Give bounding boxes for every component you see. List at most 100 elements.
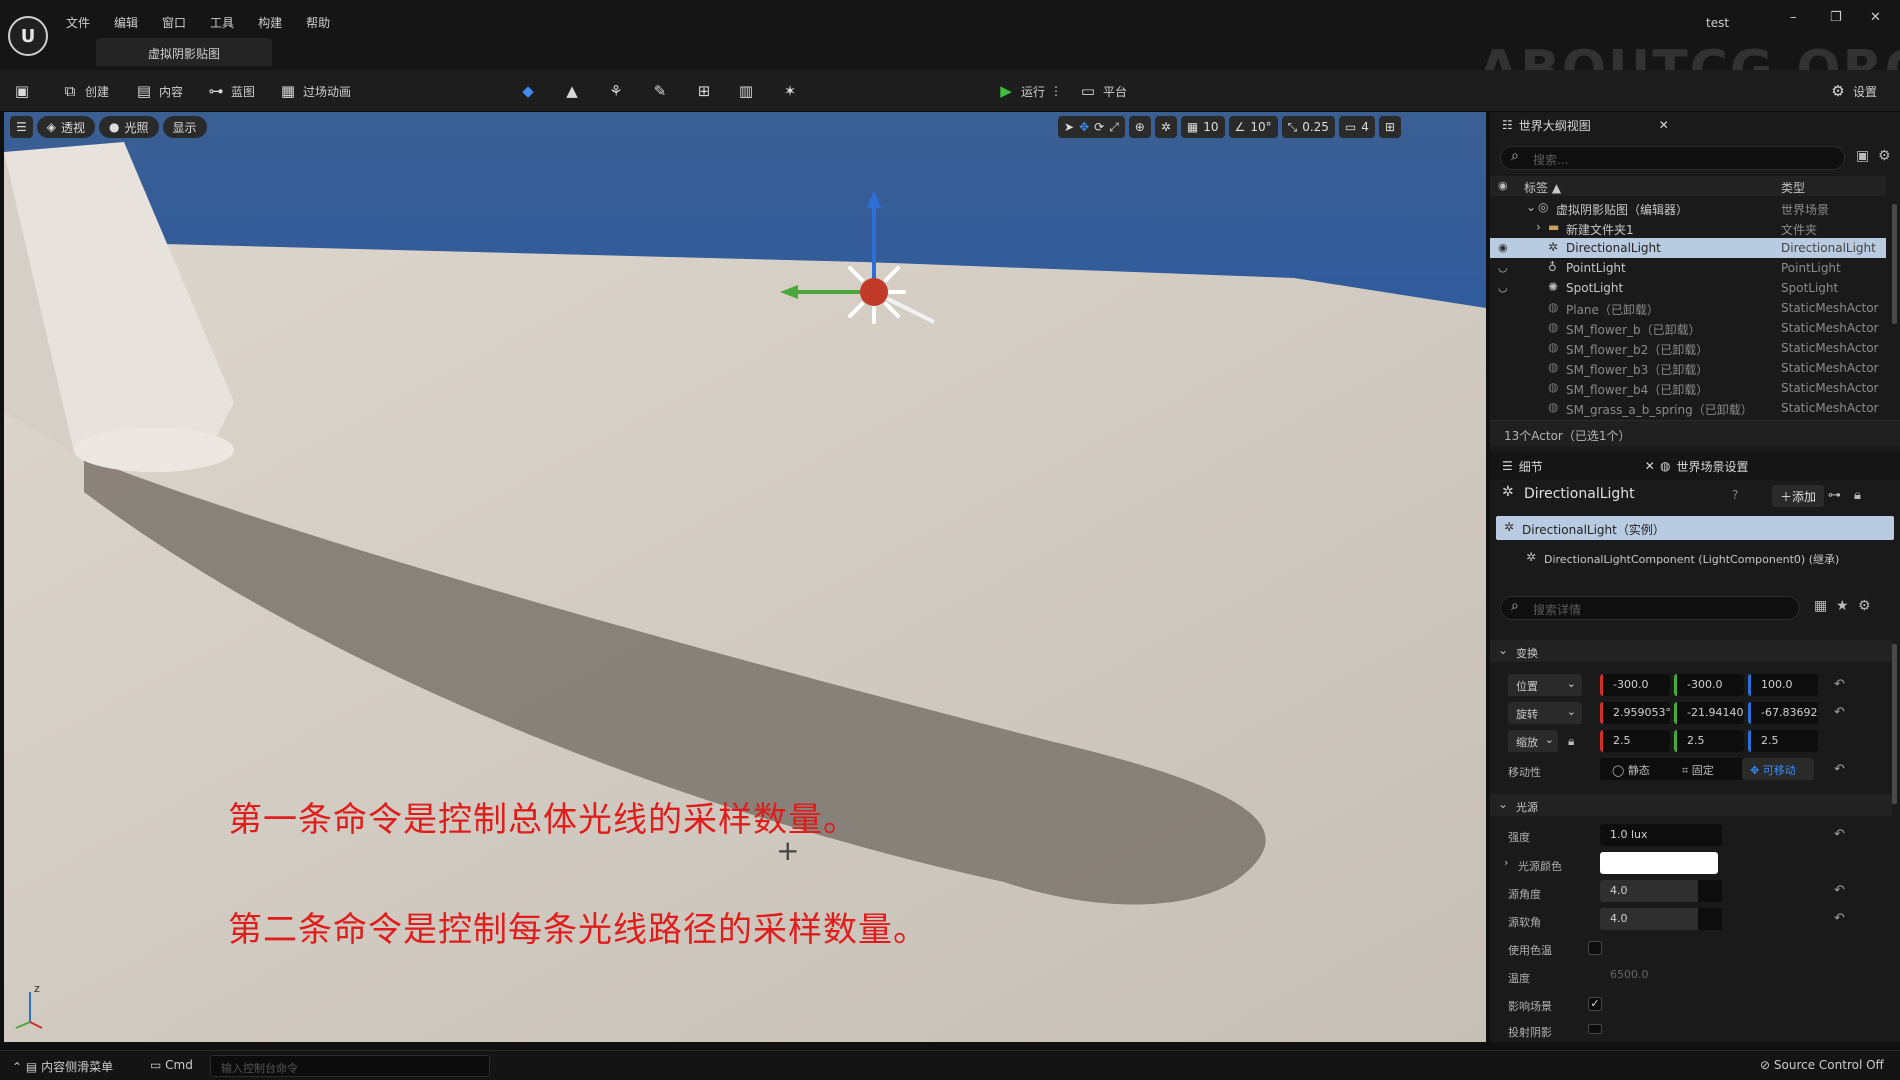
- select-cursor-icon[interactable]: ➤: [1064, 120, 1074, 134]
- cast-shadows-checkbox[interactable]: [1588, 1024, 1602, 1034]
- location-dropdown[interactable]: 位置 ⌄: [1508, 674, 1582, 696]
- reset-arrow-icon[interactable]: ↶: [1834, 911, 1845, 926]
- surface-snap-button[interactable]: ✲: [1154, 116, 1177, 138]
- list-item[interactable]: ◍ SM_flower_b（已卸载） StaticMeshActor: [1490, 318, 1886, 338]
- content-drawer-button[interactable]: ⌃ ▤ 内容侧滑菜单: [12, 1058, 113, 1075]
- eye-icon[interactable]: ◉: [1498, 241, 1508, 254]
- outliner-search-input[interactable]: ⌕ 搜索...: [1500, 146, 1845, 170]
- scale-icon[interactable]: ⤢: [1109, 120, 1119, 135]
- list-item[interactable]: ◍ Plane（已卸载） StaticMeshActor: [1490, 298, 1886, 318]
- intensity-input[interactable]: 1.0 lux: [1600, 824, 1722, 846]
- add-component-button[interactable]: ＋添加: [1772, 485, 1825, 507]
- affects-world-checkbox[interactable]: ✓: [1588, 997, 1602, 1011]
- mobility-static-option[interactable]: ◯ 静态: [1612, 762, 1650, 778]
- star-icon[interactable]: ★: [1836, 598, 1849, 614]
- source-soft-angle-slider-track[interactable]: [1698, 908, 1722, 930]
- animation-mode-button[interactable]: ✶: [780, 78, 800, 104]
- scale-y-input[interactable]: 2.5: [1674, 730, 1744, 752]
- reset-arrow-icon[interactable]: ↶: [1834, 677, 1845, 692]
- save-button[interactable]: ▣: [12, 78, 32, 104]
- scale-dropdown[interactable]: 缩放 ⌄: [1508, 730, 1558, 752]
- level-viewport[interactable]: ☰ ◈ 透视 ● 光照 显示 ➤ ✥ ⟳ ⤢ ⊕ ✲ ▦ 10 ∠ 10° ⤡ 0.25 …: [4, 112, 1486, 1042]
- rotation-y-input[interactable]: -21.94140: [1674, 702, 1744, 724]
- viewport-menu-button[interactable]: ☰: [10, 116, 33, 138]
- table-view-icon[interactable]: ▦: [1814, 598, 1827, 614]
- component-row[interactable]: ✲ DirectionalLightComponent (LightCompon…: [1496, 546, 1894, 568]
- maximize-viewport-button[interactable]: ⊞: [1378, 116, 1401, 138]
- lit-button[interactable]: ● 光照: [99, 116, 159, 138]
- type-column-header[interactable]: 类型: [1781, 179, 1805, 196]
- landscape-mode-button[interactable]: ▲: [562, 78, 582, 104]
- cinematics-button[interactable]: ▦ 过场动画: [278, 78, 351, 104]
- document-tab[interactable]: 虚拟阴影贴图: [96, 38, 272, 66]
- list-item[interactable]: ◍ SM_flower_b2（已卸载） StaticMeshActor: [1490, 338, 1886, 358]
- mobility-movable-option[interactable]: ✥ 可移动: [1742, 758, 1814, 780]
- expand-arrow-icon[interactable]: ⌄: [1526, 200, 1536, 214]
- details-settings-icon[interactable]: ⚙: [1858, 598, 1871, 614]
- transform-section-header[interactable]: ⌄ 变换: [1490, 640, 1892, 662]
- temperature-input[interactable]: 6500.0: [1600, 964, 1722, 986]
- outliner-tab[interactable]: ☷ 世界大纲视图 ✕: [1502, 112, 1669, 138]
- show-button[interactable]: 显示: [162, 116, 207, 138]
- menu-tools[interactable]: 工具: [198, 12, 246, 33]
- scale-snap-button[interactable]: ⤡ 0.25: [1281, 116, 1335, 138]
- details-scrollbar[interactable]: [1892, 644, 1897, 804]
- platforms-button[interactable]: ▭ 平台: [1078, 78, 1127, 104]
- source-angle-slider-track[interactable]: [1698, 880, 1722, 902]
- restore-button[interactable]: ❐: [1830, 10, 1842, 25]
- details-search-input[interactable]: ⌕ 搜索详情: [1500, 596, 1800, 620]
- list-item[interactable]: ⌄ ◎ 虚拟阴影贴图（编辑器） 世界场景: [1490, 198, 1886, 218]
- console-input[interactable]: 输入控制台命令: [210, 1055, 490, 1077]
- blueprint-button[interactable]: ⊶ 蓝图: [206, 78, 256, 104]
- details-close-icon[interactable]: ✕: [1645, 459, 1655, 473]
- menu-help[interactable]: 帮助: [294, 12, 342, 33]
- outliner-close-icon[interactable]: ✕: [1659, 118, 1669, 132]
- cmd-button[interactable]: ▭ Cmd: [150, 1058, 193, 1072]
- eye-closed-icon[interactable]: ◡: [1498, 261, 1508, 274]
- rotation-dropdown[interactable]: 旋转 ⌄: [1508, 702, 1582, 724]
- list-item[interactable]: ◡ ♁ PointLight PointLight: [1490, 258, 1886, 278]
- expand-arrow-icon[interactable]: ›: [1504, 856, 1508, 869]
- perspective-button[interactable]: ◈ 透视: [36, 116, 96, 138]
- create-button[interactable]: ⧉ 创建: [60, 78, 109, 104]
- reset-arrow-icon[interactable]: ↶: [1834, 705, 1845, 720]
- fracture-mode-button[interactable]: ⊞: [694, 78, 714, 104]
- play-options-icon[interactable]: ⋮: [1050, 84, 1062, 98]
- source-control-button[interactable]: ⊘ Source Control Off: [1760, 1058, 1884, 1072]
- location-z-input[interactable]: 100.0: [1748, 674, 1818, 696]
- menu-build[interactable]: 构建: [246, 12, 294, 33]
- outliner-scrollbar[interactable]: [1892, 204, 1897, 324]
- rotate-icon[interactable]: ⟳: [1094, 120, 1104, 134]
- world-settings-tab[interactable]: ◍ 世界场景设置: [1660, 453, 1749, 479]
- unreal-logo-icon[interactable]: U: [8, 16, 48, 56]
- eye-closed-icon[interactable]: ◡: [1498, 281, 1508, 294]
- modeling-mode-button[interactable]: ✎: [650, 78, 670, 104]
- world-local-button[interactable]: ⊕: [1128, 116, 1151, 138]
- list-item[interactable]: ◍ SM_flower_b3（已卸载） StaticMeshActor: [1490, 358, 1886, 378]
- rotation-snap-button[interactable]: ∠ 10°: [1228, 116, 1278, 138]
- menu-edit[interactable]: 编辑: [102, 12, 150, 33]
- light-color-swatch[interactable]: [1600, 852, 1718, 874]
- reset-arrow-icon[interactable]: ↶: [1834, 762, 1845, 777]
- label-column-header[interactable]: 标签 ▲: [1524, 179, 1561, 196]
- minimize-button[interactable]: –: [1790, 10, 1797, 25]
- content-button[interactable]: ▤ 内容: [134, 78, 183, 104]
- scale-x-input[interactable]: 2.5: [1600, 730, 1670, 752]
- lock-icon[interactable]: 🔒︎: [1854, 488, 1861, 503]
- mobility-stationary-option[interactable]: ⌗ 固定: [1682, 762, 1714, 778]
- menu-window[interactable]: 窗口: [150, 12, 198, 33]
- use-temperature-checkbox[interactable]: [1588, 941, 1602, 955]
- list-item-selected[interactable]: ◉ ✲ DirectionalLight DirectionalLight: [1490, 238, 1886, 258]
- details-tab[interactable]: ☰ 细节 ✕: [1502, 453, 1655, 479]
- select-mode-button[interactable]: ◆: [518, 78, 538, 104]
- blueprint-convert-icon[interactable]: ⊶: [1828, 488, 1841, 503]
- outliner-settings-icon[interactable]: ⚙: [1878, 148, 1891, 164]
- reset-arrow-icon[interactable]: ↶: [1834, 883, 1845, 898]
- instance-row[interactable]: ✲ DirectionalLight（实例）: [1496, 516, 1894, 540]
- mesh-paint-button[interactable]: ▥: [736, 78, 756, 104]
- rotation-z-input[interactable]: -67.83692: [1748, 702, 1818, 724]
- reset-arrow-icon[interactable]: ↶: [1834, 827, 1845, 842]
- move-icon[interactable]: ✥: [1079, 120, 1089, 134]
- scale-lock-icon[interactable]: 🔒︎: [1568, 734, 1574, 749]
- rotation-x-input[interactable]: 2.959053°: [1600, 702, 1670, 724]
